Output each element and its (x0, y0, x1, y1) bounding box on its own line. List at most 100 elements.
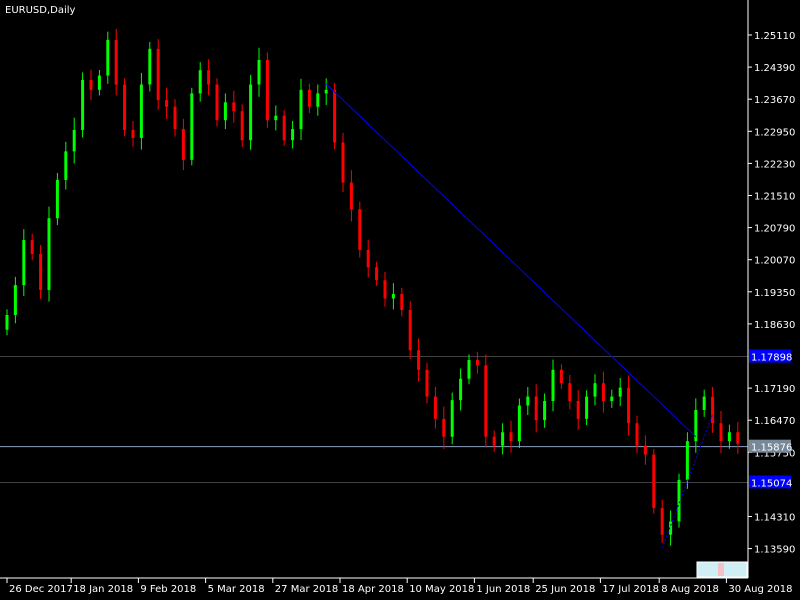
candle-body (97, 75, 101, 90)
price-level-label: 1.15876 (751, 443, 792, 454)
y-tick-label: 1.24390 (754, 63, 795, 74)
y-tick-label: 1.19350 (754, 288, 795, 299)
x-tick-label: 30 Aug 2018 (728, 584, 792, 595)
candle-body (425, 369, 429, 397)
y-tick-label: 1.21510 (754, 192, 795, 203)
candle-body (232, 102, 236, 112)
candle (249, 74, 253, 150)
candle-body (223, 102, 227, 121)
y-tick-label: 1.20790 (754, 224, 795, 235)
candle-body (459, 378, 463, 401)
candle-body (22, 240, 26, 286)
candle-body (383, 280, 387, 299)
price-chart[interactable]: 1.25110 1.24390 1.23670 1.22950 1.22230 1.215… (0, 0, 800, 600)
x-tick-label: 8 Aug 2018 (661, 584, 719, 595)
candle-body (526, 396, 530, 406)
y-tick-label: 1.14310 (754, 513, 795, 524)
x-tick-label: 26 Dec 2017 (9, 584, 73, 595)
candle-body (484, 365, 488, 437)
y-tick-label: 1.22950 (754, 127, 795, 138)
candle-body (660, 508, 664, 535)
candle-body (467, 360, 471, 379)
one-click-trading-widget[interactable] (696, 561, 748, 578)
x-tick-label: 27 Mar 2018 (275, 584, 338, 595)
candle-body (677, 479, 681, 522)
candle-body (711, 396, 715, 424)
candle-body (215, 84, 219, 121)
candle-body (702, 396, 706, 410)
candle-body (299, 89, 303, 130)
candle-body (568, 383, 572, 402)
candle-body (81, 80, 85, 130)
candle-body (559, 369, 563, 384)
candle (156, 39, 160, 110)
candle-body (719, 423, 723, 442)
candle-body (475, 360, 479, 366)
candle-body (643, 445, 647, 455)
candle-body (13, 285, 17, 315)
candle-body (198, 70, 202, 94)
candle-body (39, 253, 43, 291)
candle-body (417, 350, 421, 370)
candle (677, 473, 681, 528)
candle-body (207, 70, 211, 85)
candle (47, 206, 51, 302)
candle-body (391, 294, 395, 299)
candle-body (249, 84, 253, 141)
y-tick-label: 1.17190 (754, 384, 795, 395)
candle-body (307, 89, 311, 107)
candle-body (627, 387, 631, 424)
candle-body (181, 129, 185, 160)
candle-body (89, 80, 93, 90)
candle (484, 354, 488, 448)
candle-body (442, 418, 446, 437)
candle-body (366, 249, 370, 268)
candle-body (652, 454, 656, 509)
candle-body (190, 93, 194, 160)
candle-body (585, 396, 589, 419)
candle-body (610, 396, 614, 402)
x-tick-label: 10 May 2018 (409, 584, 474, 595)
candle-body (30, 240, 34, 254)
x-tick-label: 18 Apr 2018 (342, 584, 404, 595)
candle-body (341, 142, 345, 183)
candle-body (433, 396, 437, 419)
candle (450, 392, 454, 445)
candle-body (324, 89, 328, 94)
candle-body (64, 151, 68, 180)
candle-body (47, 218, 51, 291)
candle-body (492, 436, 496, 446)
candle-body (240, 111, 244, 141)
candle-body (156, 48, 160, 101)
candle-body (685, 441, 689, 480)
candle (148, 41, 152, 92)
candle-body (5, 314, 9, 330)
candle-body (165, 100, 169, 107)
candle-body (148, 48, 152, 85)
x-tick-label: 5 Mar 2018 (208, 584, 265, 595)
candle (265, 52, 269, 128)
candle-body (173, 106, 177, 130)
candle-body (375, 267, 379, 281)
candle-body (408, 310, 412, 351)
y-tick-label: 1.25110 (754, 31, 795, 42)
candle (358, 201, 362, 258)
candle-body (635, 423, 639, 446)
candle-body (400, 294, 404, 311)
y-tick-label: 1.22230 (754, 159, 795, 170)
candle (123, 78, 127, 137)
candle (81, 72, 85, 138)
candle-body (55, 179, 59, 219)
candle-body (257, 59, 261, 85)
candle-body (333, 89, 337, 143)
candle-body (316, 93, 320, 107)
candle-body (72, 129, 76, 152)
y-tick-label: 1.23670 (754, 95, 795, 106)
y-tick-label: 1.18630 (754, 320, 795, 331)
x-tick-label: 17 Jul 2018 (602, 584, 659, 595)
candle (517, 398, 521, 449)
candle-body (501, 432, 505, 446)
x-tick-label: 25 Jun 2018 (535, 584, 595, 595)
candle (215, 78, 219, 127)
candle (190, 87, 194, 166)
